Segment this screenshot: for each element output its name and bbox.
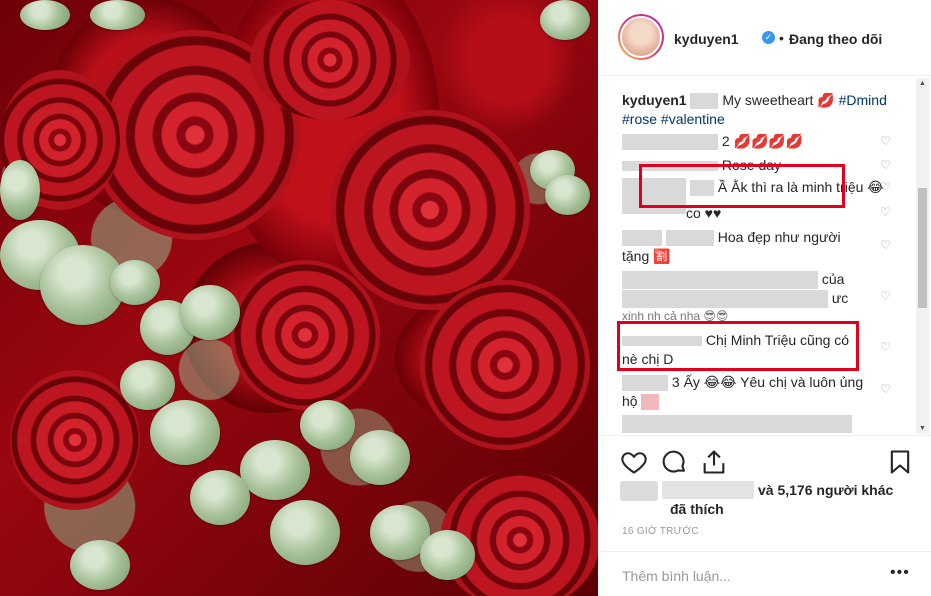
blurred-text	[690, 93, 719, 110]
hashtag-link[interactable]: #rose	[622, 111, 657, 127]
eucalyptus-leaf	[270, 500, 340, 565]
comment-like-heart-icon[interactable]: ♡	[880, 181, 892, 193]
separator-dot: •	[779, 30, 784, 46]
comment-item-cont: hộ	[622, 392, 660, 411]
username-link[interactable]: kyduyen1	[674, 31, 739, 47]
comment-text: Hoa đẹp như người	[717, 229, 841, 245]
following-button[interactable]: Đang theo dõi	[789, 31, 882, 47]
hashtag-link[interactable]: #Dmind	[839, 92, 887, 108]
comment-text: của	[821, 271, 845, 287]
comment-item: của	[622, 270, 845, 290]
comment-text: tặng 🈹	[622, 248, 671, 264]
eucalyptus-leaf	[110, 260, 160, 305]
highlight-box	[639, 164, 845, 208]
comment-item-cont: ưc	[622, 289, 849, 309]
eucalyptus-leaf	[70, 540, 130, 590]
eucalyptus-leaf	[20, 0, 70, 30]
add-comment-bar: Thêm bình luận... •••	[598, 551, 931, 596]
comment-like-heart-icon[interactable]: ♡	[880, 239, 892, 251]
comment-item: Hoa đẹp như người	[622, 228, 841, 247]
scroll-up-arrow-icon[interactable]: ▲	[919, 80, 926, 87]
comment-item-cont: tặng 🈹	[622, 247, 671, 265]
eucalyptus-leaf	[350, 430, 410, 485]
comment-input[interactable]: Thêm bình luận...	[622, 568, 731, 584]
comment-text: ưc	[831, 290, 849, 306]
share-icon[interactable]	[700, 448, 728, 476]
post-side-panel: kyduyen1 ✓ • Đang theo dõi kyduyen1 My s…	[598, 0, 931, 596]
blurred-liker-name[interactable]	[662, 481, 754, 499]
eucalyptus-leaf	[90, 0, 145, 30]
rose	[420, 280, 590, 450]
more-options-icon[interactable]: •••	[890, 564, 910, 582]
hashtag-link[interactable]: #valentine	[661, 111, 725, 127]
scroll-down-arrow-icon[interactable]: ▼	[919, 425, 926, 432]
comment-item	[622, 414, 852, 434]
verified-badge-icon: ✓	[762, 31, 775, 44]
blurred-text	[622, 271, 818, 290]
comment-like-heart-icon[interactable]: ♡	[880, 206, 892, 218]
comments-scrollbar[interactable]: ▲ ▼	[916, 78, 929, 434]
eucalyptus-leaf	[0, 160, 40, 220]
eucalyptus-leaf	[150, 400, 220, 465]
comment-like-heart-icon[interactable]: ♡	[880, 290, 892, 302]
comment-like-heart-icon[interactable]: ♡	[880, 159, 892, 171]
eucalyptus-leaf	[545, 175, 590, 215]
avatar[interactable]	[620, 16, 662, 58]
rose	[250, 0, 410, 120]
comment-like-heart-icon[interactable]: ♡	[880, 383, 892, 395]
comment-item: 2 💋💋💋💋	[622, 132, 804, 151]
blurred-username	[622, 134, 718, 151]
comment-item: 3 Ấy 😂😂 Yêu chị và luôn ủng	[622, 373, 864, 392]
eucalyptus-leaf	[120, 360, 175, 410]
post-header: kyduyen1 ✓ • Đang theo dõi	[598, 0, 931, 76]
eucalyptus-leaf	[190, 470, 250, 525]
caption-username[interactable]: kyduyen1	[622, 92, 687, 108]
rose	[440, 470, 598, 596]
comment-like-heart-icon[interactable]: ♡	[880, 341, 892, 353]
eucalyptus-leaf	[540, 0, 590, 40]
caption: kyduyen1 My sweetheart 💋 #Dmind #rose #v…	[622, 91, 912, 129]
post-timestamp[interactable]: 16 GIỜ TRƯỚC	[622, 526, 699, 537]
scroll-thumb[interactable]	[918, 188, 927, 308]
avatar-story-ring[interactable]	[618, 14, 664, 60]
post-actions: và 5,176 người khác đã thích 16 GIỜ TRƯỚ…	[598, 435, 931, 596]
blurred-username	[622, 375, 668, 392]
blurred-avatar	[622, 230, 662, 247]
likes-count[interactable]: và 5,176 người khác	[758, 482, 893, 498]
comment-text: hộ	[622, 393, 638, 409]
blurred-username	[665, 230, 714, 247]
comment-icon[interactable]	[660, 448, 688, 476]
rose	[230, 260, 380, 410]
eucalyptus-leaf	[240, 440, 310, 500]
eucalyptus-leaf	[420, 530, 475, 580]
liker-avatars[interactable]	[620, 481, 658, 501]
eucalyptus-leaf	[180, 285, 240, 340]
blurred-text	[622, 415, 852, 434]
comments-list[interactable]: kyduyen1 My sweetheart 💋 #Dmind #rose #v…	[598, 77, 931, 435]
highlight-box	[617, 321, 859, 371]
comment-text: 3 Ấy 😂😂 Yêu chị và luôn ủng	[671, 374, 864, 390]
liked-label: đã thích	[670, 501, 724, 517]
comment-like-heart-icon[interactable]: ♡	[880, 135, 892, 147]
comment-text: 2 💋💋💋💋	[721, 133, 804, 149]
heart-icon[interactable]	[620, 448, 648, 476]
eucalyptus-leaf	[300, 400, 355, 450]
blurred-text	[622, 290, 828, 309]
bookmark-icon[interactable]	[886, 448, 914, 476]
caption-text: My sweetheart 💋	[722, 92, 835, 108]
blurred-emoji	[641, 394, 660, 411]
post-photo[interactable]	[0, 0, 598, 596]
